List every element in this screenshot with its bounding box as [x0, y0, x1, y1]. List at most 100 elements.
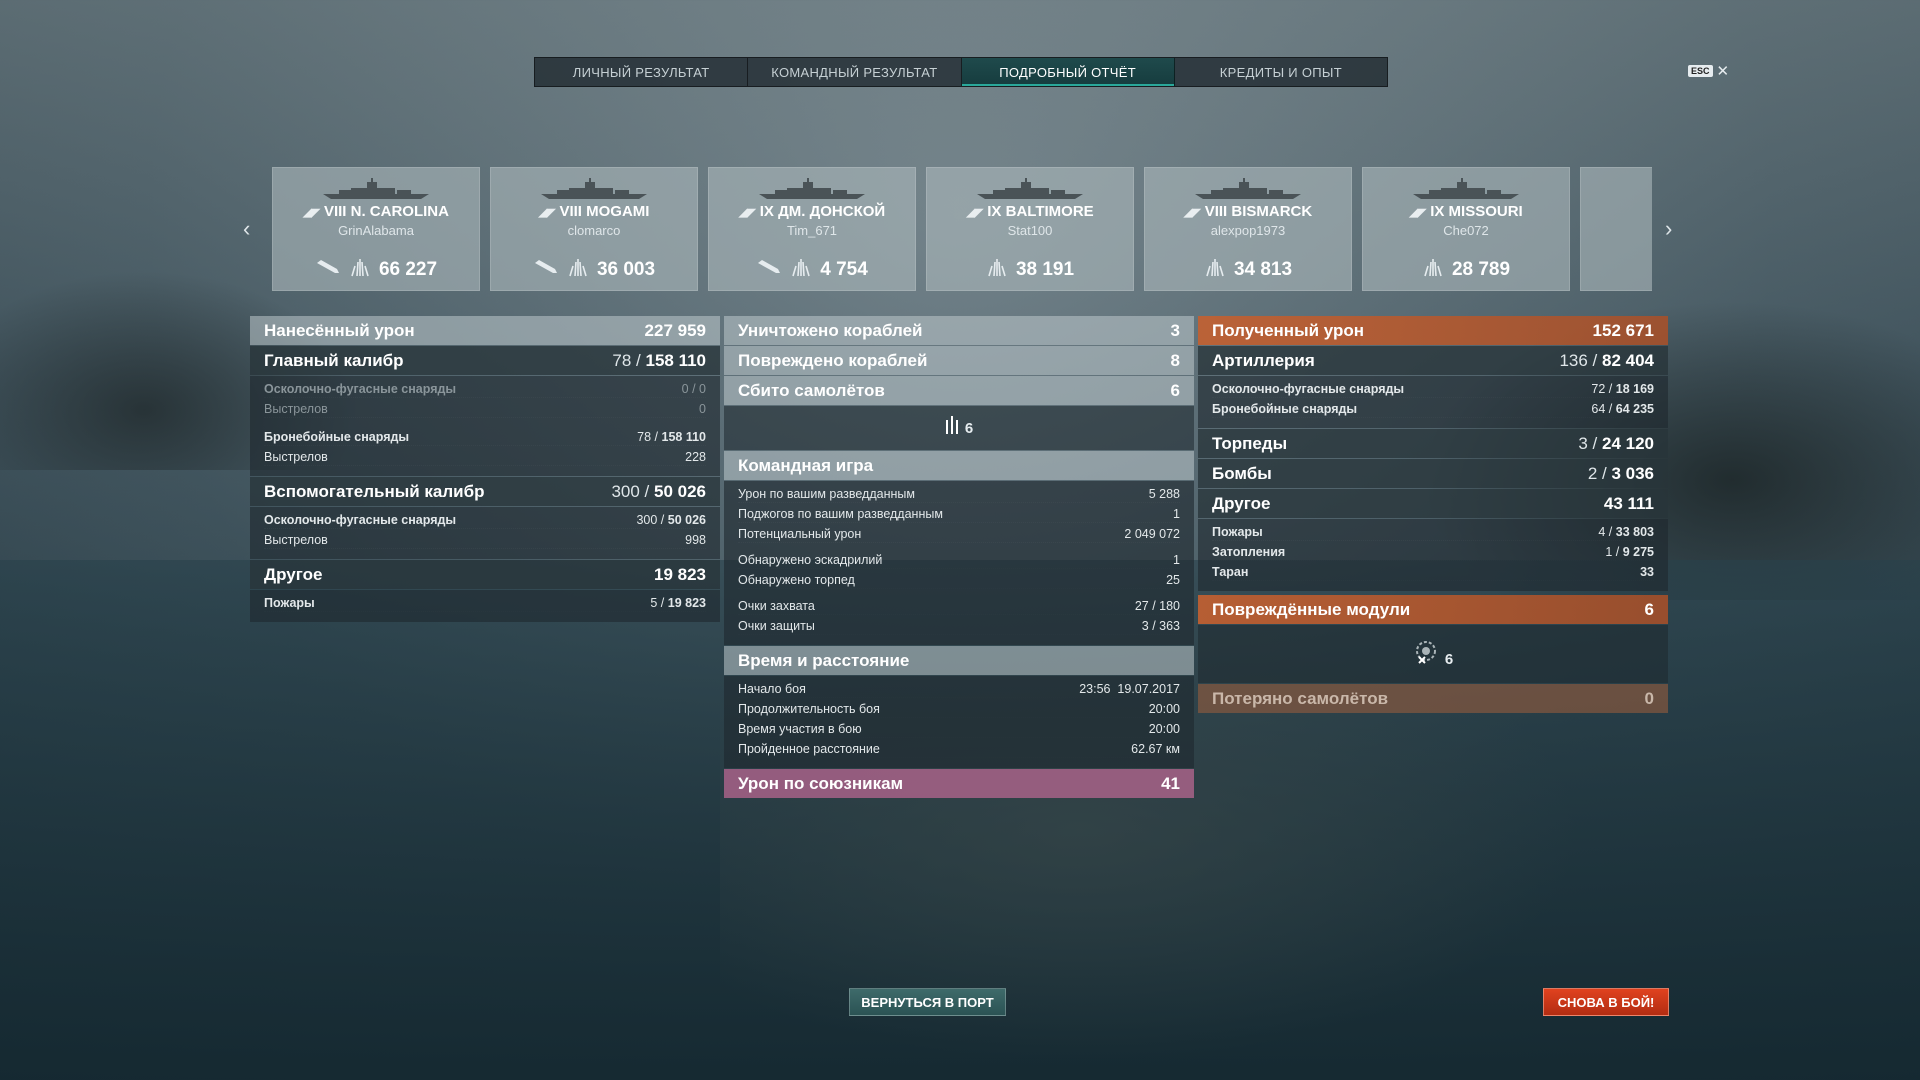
carousel-prev-arrow-icon[interactable]: ‹	[243, 216, 250, 242]
dealt-damage-header: Нанесённый урон 227 959	[250, 316, 720, 345]
ship-card[interactable]: ◢◤ VIII N. CAROLINA GrinAlabama 66 227	[272, 167, 480, 291]
ship-name: ◢◤ VIII MOGAMI	[491, 203, 697, 220]
ship-damage: 38 191	[1015, 258, 1075, 280]
player-name: Che072	[1443, 223, 1489, 238]
other-damage-details: Пожары 5 / 19 823	[250, 590, 720, 622]
lost-planes-value: 0	[1644, 688, 1654, 708]
torpedoes-hits: 3	[1578, 433, 1588, 453]
ship-tier: IX	[1430, 203, 1445, 220]
carousel-next-arrow-icon[interactable]: ›	[1665, 216, 1672, 242]
received-damage-header: Полученный урон 152 671	[1198, 316, 1668, 345]
stat-line: Начало боя 23:56 19.07.2017	[738, 682, 1180, 702]
damaged-modules-header: Повреждённые модули 6	[1198, 595, 1668, 624]
damage-icon	[1204, 256, 1226, 283]
received-damage-panel: Полученный урон 152 671 Артиллерия 136 /…	[1198, 316, 1668, 714]
secondary-battery-hits: 300	[611, 481, 640, 501]
ship-card[interactable]: ◢◤ IX MISSOURI Che072 28 789	[1362, 167, 1570, 291]
planes-shot-count: 6	[964, 419, 974, 437]
other-received-label: Другое	[1212, 493, 1271, 513]
center-stats-panel: Уничтожено кораблей 3 Повреждено корабле…	[724, 316, 1194, 799]
stat-line: Продолжительность боя 20:00	[738, 702, 1180, 722]
torpedo-icon	[756, 257, 782, 282]
ship-name: ◢◤ IX ДМ. ДОНСКОЙ	[709, 203, 915, 220]
stat-line: Пожары 5 / 19 823	[264, 596, 706, 616]
stat-line: Очки захвата 27 / 180	[738, 599, 1180, 619]
received-damage-label: Полученный урон	[1212, 320, 1365, 340]
main-battery-hits: 78	[612, 350, 632, 370]
player-name: Tim_671	[786, 223, 838, 238]
esc-key-label: ESC	[1688, 65, 1713, 77]
dealt-damage-label: Нанесённый урон	[264, 320, 415, 340]
destroyed-ships-label: Уничтожено кораблей	[738, 320, 923, 340]
stat-line: Потенциальный урон 2 049 072	[738, 527, 1180, 547]
secondary-battery-value: 50 026	[654, 481, 706, 501]
other-damage-header: Другое 19 823	[250, 560, 720, 589]
ship-damage-row: 4 754	[709, 256, 915, 283]
ship-tier: IX	[759, 203, 774, 220]
stat-line: Поджогов по вашим разведданным 1	[738, 507, 1180, 527]
stat-line: Время участия в бою 20:00	[738, 722, 1180, 742]
damage-icon	[986, 256, 1008, 283]
teamplay-header: Командная игра	[724, 451, 1194, 480]
damaged-ships-row: Повреждено кораблей 8	[724, 346, 1194, 375]
ship-card-partial[interactable]	[1580, 167, 1652, 291]
tab-detailed-report[interactable]: ПОДРОБНЫЙ ОТЧЁТ	[961, 58, 1175, 86]
damage-icon	[790, 256, 812, 283]
ship-class-icon: ◢◤	[303, 207, 320, 219]
stat-line: Бронебойные снаряды 64 / 64 235	[1212, 402, 1654, 422]
main-battery-label: Главный калибр	[264, 350, 404, 370]
ship-damage: 34 813	[1233, 258, 1293, 280]
player-name: clomarco	[567, 223, 621, 238]
bombs-header: Бомбы 2 / 3 036	[1198, 459, 1668, 488]
stat-line: Урон по вашим разведданным 5 288	[738, 487, 1180, 507]
time-distance-label: Время и расстояние	[738, 650, 910, 670]
ship-damage: 36 003	[596, 258, 656, 280]
battle-again-button[interactable]: СНОВА В БОЙ!	[1543, 988, 1669, 1016]
ship-carousel: ◢◤ VIII N. CAROLINA GrinAlabama 66 227 ◢◤ VII…	[272, 167, 1652, 293]
ship-silhouette-icon	[539, 178, 649, 205]
close-button[interactable]: ESC ✕	[1688, 62, 1729, 80]
stat-line: Осколочно-фугасные снаряды 72 / 18 169	[1212, 382, 1654, 402]
damaged-modules-count: 6	[1444, 650, 1454, 668]
damaged-modules-label: Повреждённые модули	[1212, 599, 1411, 619]
ship-card[interactable]: ◢◤ IX ДМ. ДОНСКОЙ Tim_671 4 754	[708, 167, 916, 291]
tab-personal-result[interactable]: ЛИЧНЫЙ РЕЗУЛЬТАТ	[535, 58, 749, 86]
artillery-value: 82 404	[1602, 350, 1654, 370]
tab-team-result[interactable]: КОМАНДНЫЙ РЕЗУЛЬТАТ	[748, 58, 962, 86]
secondary-battery-label: Вспомогательный калибр	[264, 481, 485, 501]
artillery-hits: 136	[1559, 350, 1588, 370]
stat-line: Осколочно-фугасные снаряды 0 / 0	[264, 382, 706, 402]
ship-silhouette-icon	[975, 178, 1085, 205]
lost-planes-row: Потеряно самолётов 0	[1198, 684, 1668, 713]
player-name: alexpop1973	[1210, 223, 1286, 238]
ship-class-icon: ◢◤	[966, 207, 984, 219]
ship-damage-row: 38 191	[927, 256, 1133, 283]
time-distance-header: Время и расстояние	[724, 646, 1194, 675]
ship-silhouette-icon	[1411, 178, 1521, 205]
return-to-port-button[interactable]: ВЕРНУТЬСЯ В ПОРТ	[849, 988, 1006, 1016]
ship-class-icon: ◢◤	[1409, 207, 1427, 219]
ship-title: ДМ. ДОНСКОЙ	[778, 203, 886, 220]
main-battery-value: 158 110	[645, 350, 706, 370]
damaged-ships-value: 8	[1170, 350, 1180, 370]
ship-tier: VIII	[323, 203, 347, 220]
damaged-ships-label: Повреждено кораблей	[738, 350, 928, 370]
damage-icon	[1422, 256, 1444, 283]
ally-damage-value: 41	[1161, 773, 1180, 793]
artillery-details: Осколочно-фугасные снаряды 72 / 18 169 Бр…	[1198, 376, 1668, 428]
player-name: GrinAlabama	[338, 223, 414, 238]
tab-credits-xp[interactable]: КРЕДИТЫ И ОПЫТ	[1175, 58, 1387, 86]
ship-title: BISMARCK	[1231, 203, 1313, 220]
lost-planes-label: Потеряно самолётов	[1212, 688, 1389, 708]
stat-line: Обнаружено торпед 25	[738, 573, 1180, 593]
ship-tier: VIII	[1204, 203, 1228, 220]
ship-card[interactable]: ◢◤ VIII MOGAMI clomarco 36 003	[490, 167, 698, 291]
stat-line: Осколочно-фугасные снаряды 300 / 50 026	[264, 513, 706, 533]
ship-card[interactable]: ◢◤ VIII BISMARCK alexpop1973 34 813	[1144, 167, 1352, 291]
bombs-value: 3 036	[1611, 463, 1654, 483]
ally-damage-row: Урон по союзникам 41	[724, 769, 1194, 798]
time-distance-details: Начало боя 23:56 19.07.2017 Продолжительн…	[724, 676, 1194, 768]
ship-card[interactable]: ◢◤ IX BALTIMORE Stat100 38 191	[926, 167, 1134, 291]
planes-shot-row: Сбито самолётов 6	[724, 376, 1194, 405]
player-name: Stat100	[1007, 223, 1053, 238]
